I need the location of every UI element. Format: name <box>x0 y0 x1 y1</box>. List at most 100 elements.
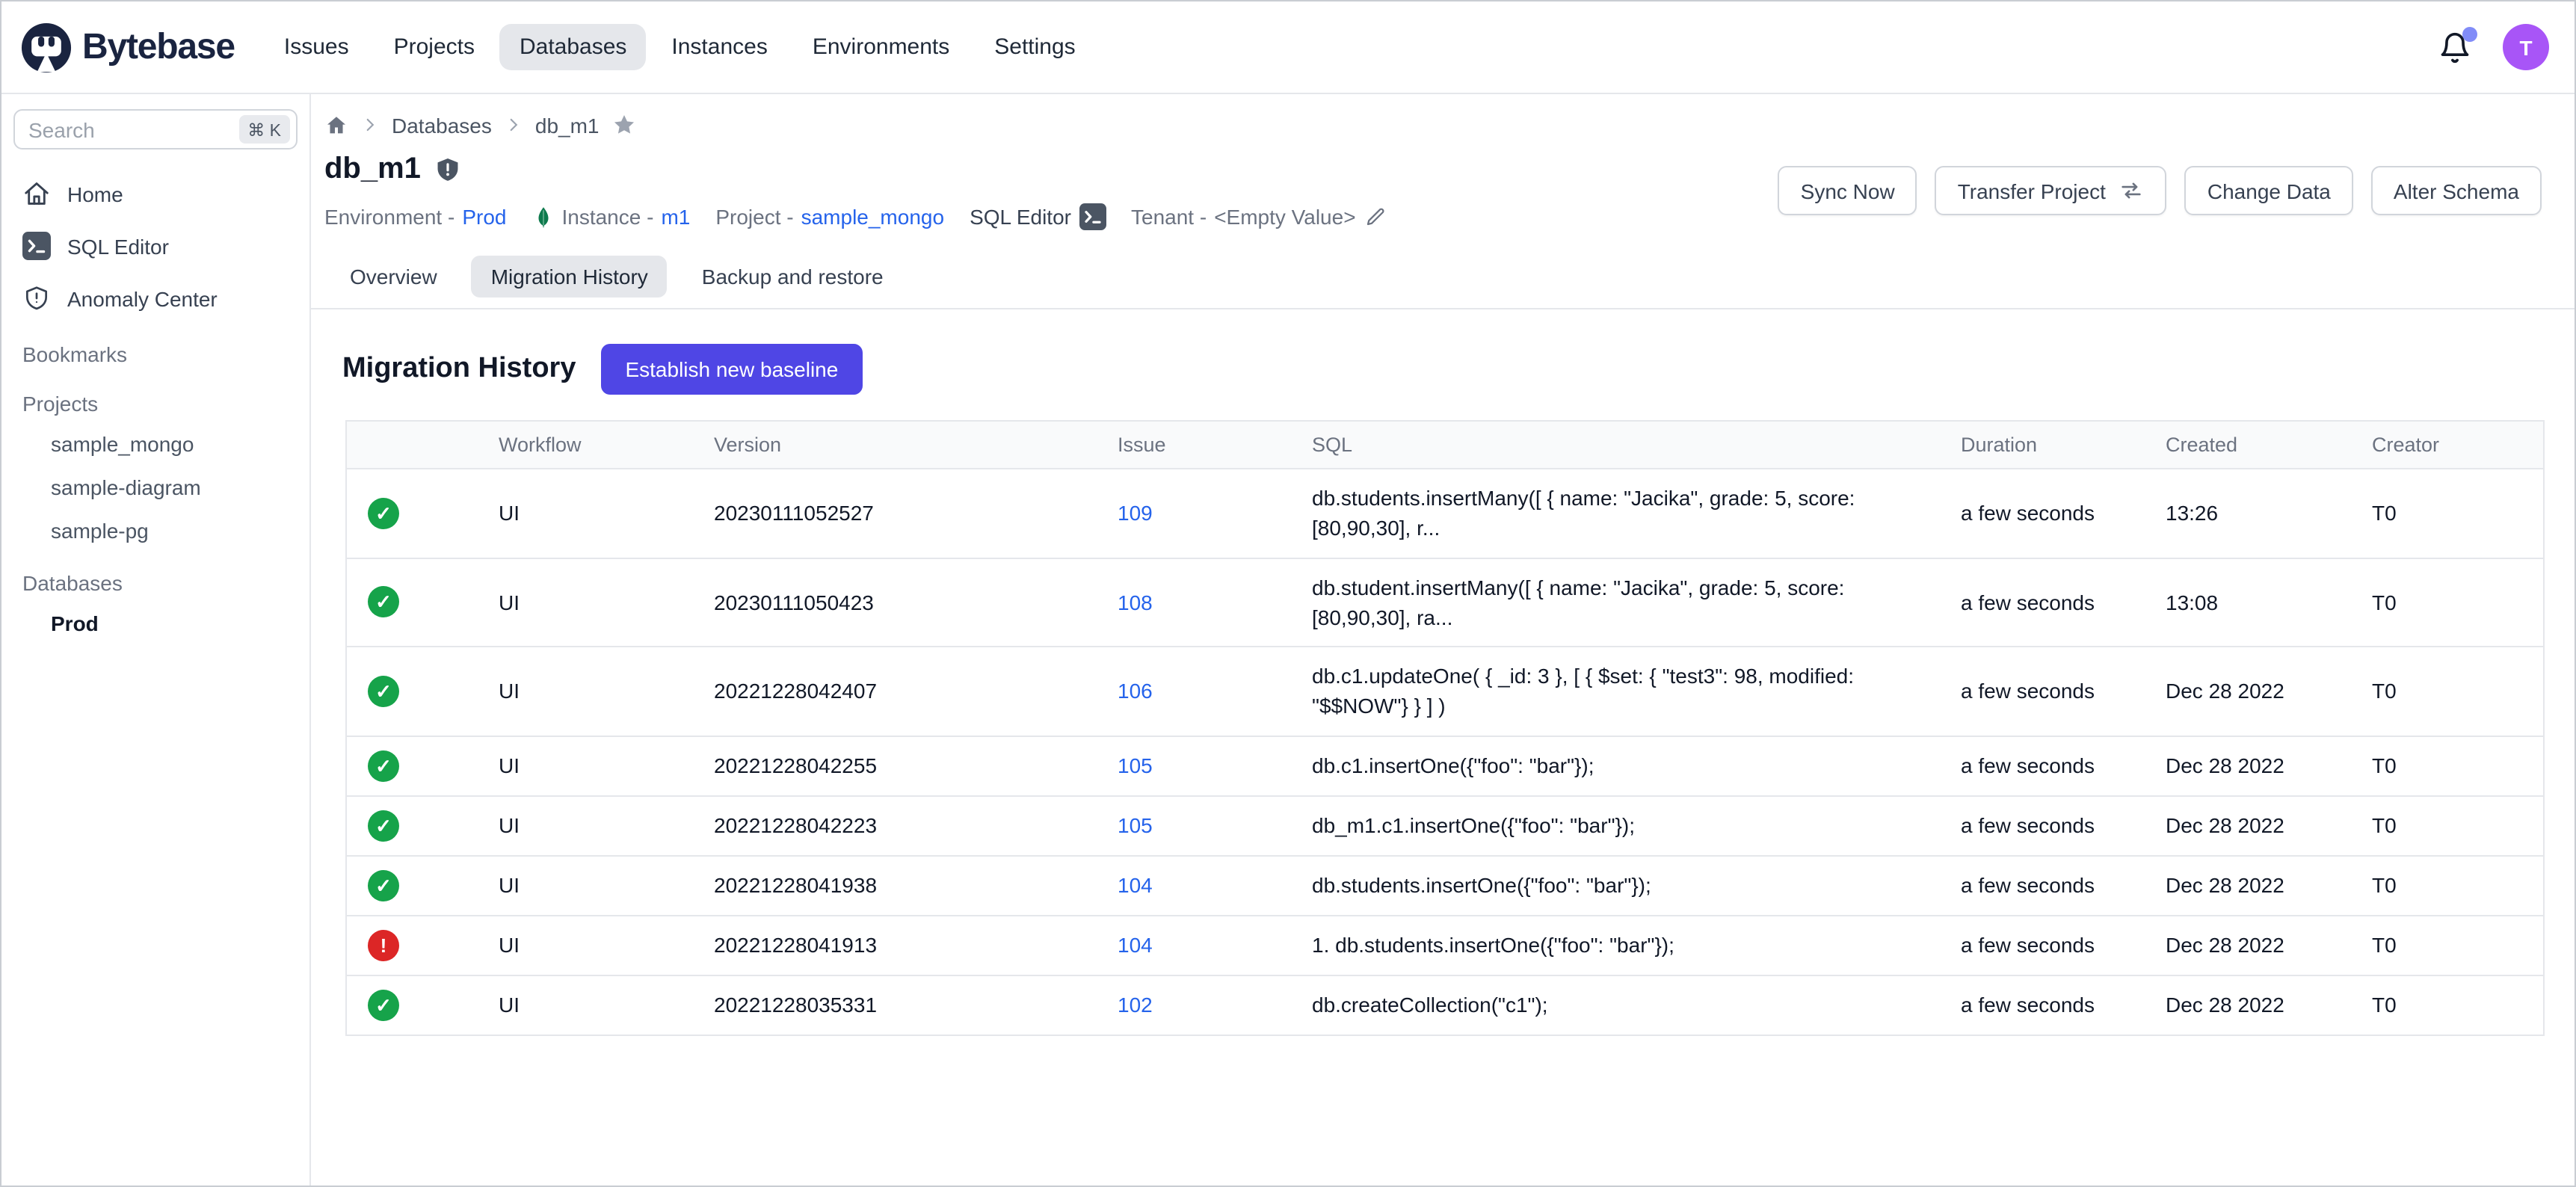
sidebar-item-home[interactable]: Home <box>13 167 298 220</box>
sidebar-section-projects: Projects <box>13 374 298 423</box>
topnav-item-instances[interactable]: Instances <box>652 24 786 70</box>
instance-meta: Instance - m1 <box>531 203 690 230</box>
home-icon <box>22 179 51 208</box>
breadcrumb-item-db-m1[interactable]: db_m1 <box>535 113 600 137</box>
sidebar-item-sample-pg[interactable]: sample-pg <box>13 510 298 553</box>
top-bar: Bytebase IssuesProjectsDatabasesInstance… <box>1 1 2575 94</box>
created-cell: Dec 28 2022 <box>2148 647 2354 736</box>
status-success-icon: ✓ <box>368 870 399 901</box>
sql-cell: 1. db.students.insertOne({"foo": "bar"})… <box>1294 916 1943 975</box>
sidebar-section-bookmarks: Bookmarks <box>13 324 298 374</box>
duration-cell: a few seconds <box>1943 856 2148 916</box>
breadcrumb-item-databases[interactable]: Databases <box>392 113 492 137</box>
duration-cell: a few seconds <box>1943 558 2148 647</box>
project-meta: Project - sample_mongo <box>715 205 944 229</box>
creator-cell: T0 <box>2354 736 2544 796</box>
status-success-icon: ✓ <box>368 990 399 1021</box>
workflow-cell: UI <box>481 916 696 975</box>
issue-link[interactable]: 105 <box>1118 754 1153 778</box>
version-cell: 20221228042223 <box>696 796 1100 856</box>
instance-link[interactable]: m1 <box>661 205 690 229</box>
created-cell: 13:26 <box>2148 469 2354 558</box>
table-row: ✓ UI 20221228042407 106 db.c1.updateOne(… <box>346 647 2544 736</box>
app-window: Bytebase IssuesProjectsDatabasesInstance… <box>0 0 2576 1187</box>
version-cell: 20221228035331 <box>696 975 1100 1035</box>
topnav-item-environments[interactable]: Environments <box>793 24 969 70</box>
status-success-icon: ✓ <box>368 676 399 707</box>
version-cell: 20230111050423 <box>696 558 1100 647</box>
search-input[interactable] <box>28 117 238 141</box>
migration-table: WorkflowVersionIssueSQLDurationCreatedCr… <box>345 420 2542 1036</box>
column-header-issue: Issue <box>1100 421 1294 469</box>
environment-link[interactable]: Prod <box>462 205 506 229</box>
column-header-status <box>346 421 481 469</box>
topnav-item-projects[interactable]: Projects <box>375 24 494 70</box>
tab-backup-and-restore[interactable]: Backup and restore <box>682 256 903 297</box>
terminal-icon <box>22 232 51 260</box>
sidebar: ⌘ K Home SQL Editor <box>1 94 311 1186</box>
sql-editor-link[interactable]: SQL Editor <box>970 203 1106 230</box>
sql-cell: db.c1.updateOne( { _id: 3 }, [ { $set: {… <box>1294 647 1943 736</box>
environment-meta: Environment - Prod <box>324 205 506 229</box>
pencil-icon[interactable] <box>1364 205 1387 229</box>
database-meta: Environment - Prod Instance - <box>324 203 1387 230</box>
issue-link[interactable]: 108 <box>1118 591 1153 614</box>
shield-alert-icon <box>434 155 463 184</box>
sidebar-item-label: SQL Editor <box>67 234 169 258</box>
brand-name: Bytebase <box>82 26 235 68</box>
project-link[interactable]: sample_mongo <box>801 205 944 229</box>
bookmark-star-icon[interactable] <box>611 112 637 138</box>
alter-schema-button[interactable]: Alter Schema <box>2371 166 2542 215</box>
issue-link[interactable]: 104 <box>1118 934 1153 958</box>
sql-cell: db.c1.insertOne({"foo": "bar"}); <box>1294 736 1943 796</box>
top-navigation: IssuesProjectsDatabasesInstancesEnvironm… <box>265 24 1095 70</box>
topnav-item-databases[interactable]: Databases <box>500 24 646 70</box>
migration-history-panel: Migration History Establish new baseline… <box>324 309 2542 1036</box>
establish-new-baseline-button[interactable]: Establish new baseline <box>601 344 862 395</box>
sidebar-item-sample-mongo[interactable]: sample_mongo <box>13 423 298 466</box>
version-cell: 20221228041913 <box>696 916 1100 975</box>
topnav-item-issues[interactable]: Issues <box>265 24 369 70</box>
sidebar-item-label: Home <box>67 182 123 206</box>
creator-cell: T0 <box>2354 975 2544 1035</box>
topnav-item-settings[interactable]: Settings <box>975 24 1094 70</box>
avatar[interactable]: T <box>2503 24 2549 70</box>
workflow-cell: UI <box>481 796 696 856</box>
created-cell: Dec 28 2022 <box>2148 796 2354 856</box>
brand[interactable]: Bytebase <box>21 22 235 73</box>
tab-overview[interactable]: Overview <box>330 256 457 297</box>
sidebar-item-sample-diagram[interactable]: sample-diagram <box>13 466 298 510</box>
sidebar-section-databases: Databases <box>13 553 298 602</box>
sidebar-item-anomaly-center[interactable]: Anomaly Center <box>13 272 298 324</box>
creator-cell: T0 <box>2354 647 2544 736</box>
page-title: db_m1 <box>324 152 421 187</box>
change-data-button[interactable]: Change Data <box>2185 166 2353 215</box>
workflow-cell: UI <box>481 856 696 916</box>
issue-link[interactable]: 106 <box>1118 679 1153 703</box>
transfer-project-button[interactable]: Transfer Project <box>1935 166 2167 215</box>
issue-link[interactable]: 109 <box>1118 502 1153 525</box>
sync-now-button[interactable]: Sync Now <box>1778 166 1917 215</box>
column-header-creator: Creator <box>2354 421 2544 469</box>
issue-link[interactable]: 102 <box>1118 993 1153 1017</box>
version-cell: 20230111052527 <box>696 469 1100 558</box>
column-header-duration: Duration <box>1943 421 2148 469</box>
column-header-version: Version <box>696 421 1100 469</box>
search-box: ⌘ K <box>13 109 298 149</box>
terminal-icon <box>1079 203 1106 230</box>
creator-cell: T0 <box>2354 916 2544 975</box>
table-row: ✓ UI 20230111052527 109 db.students.inse… <box>346 469 2544 558</box>
sql-cell: db.student.insertMany([ { name: "Jacika"… <box>1294 558 1943 647</box>
bytebase-logo-icon <box>21 22 72 73</box>
duration-cell: a few seconds <box>1943 916 2148 975</box>
issue-link[interactable]: 104 <box>1118 874 1153 898</box>
status-error-icon: ! <box>368 930 399 961</box>
tab-migration-history[interactable]: Migration History <box>472 256 668 297</box>
sidebar-item-prod[interactable]: Prod <box>13 602 298 646</box>
issue-link[interactable]: 105 <box>1118 814 1153 838</box>
sidebar-item-sql-editor[interactable]: SQL Editor <box>13 220 298 272</box>
sidebar-item-label: Anomaly Center <box>67 286 218 310</box>
notification-bell-icon[interactable] <box>2438 31 2471 64</box>
status-success-icon: ✓ <box>368 498 399 529</box>
breadcrumb-home-icon[interactable] <box>324 113 348 137</box>
